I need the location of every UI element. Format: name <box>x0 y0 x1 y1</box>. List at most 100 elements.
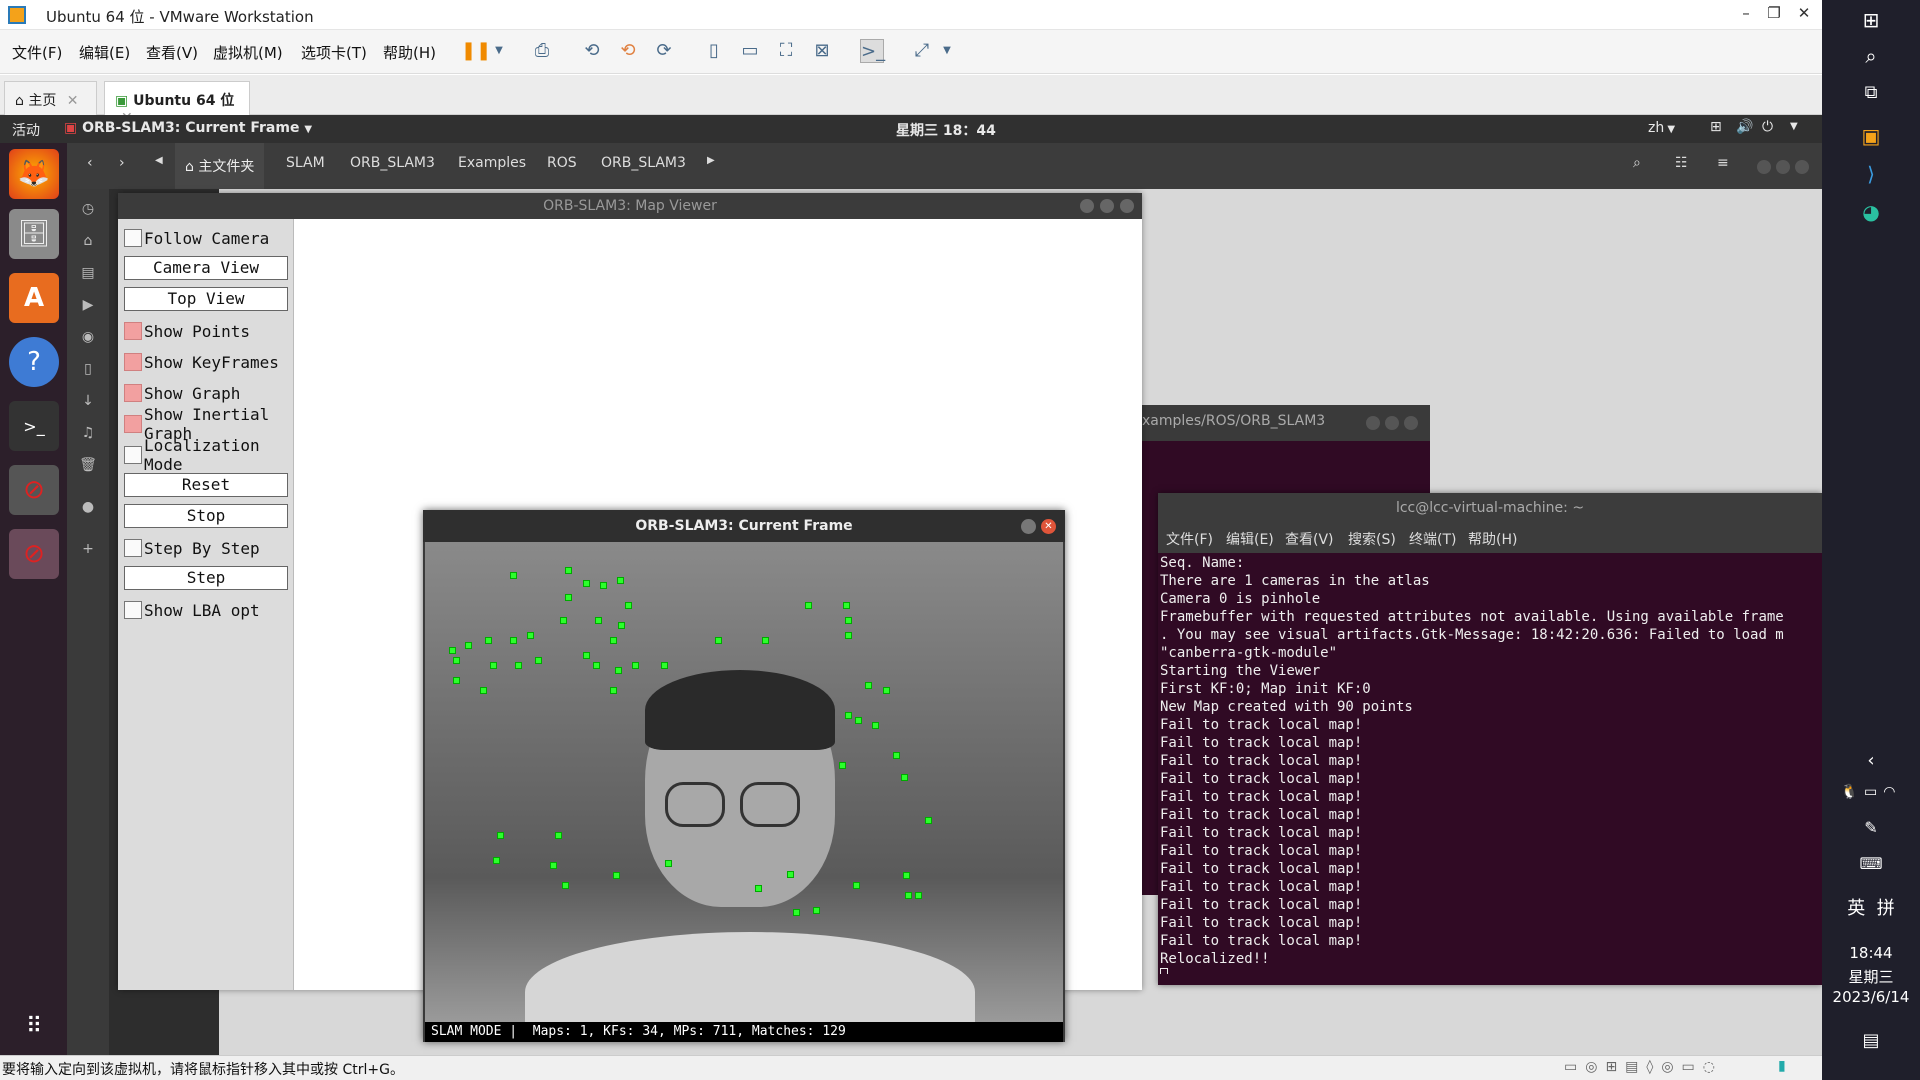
maximize-icon[interactable] <box>1385 416 1400 430</box>
close-icon[interactable] <box>1120 199 1134 213</box>
files-icon[interactable]: 🗄 <box>9 209 59 259</box>
activities-button[interactable]: 活动 <box>12 120 40 140</box>
orbslam-window-icon[interactable]: ⊘ <box>9 465 59 515</box>
documents-icon[interactable]: ▤ <box>78 263 98 283</box>
clock-time[interactable]: 18:44 <box>1822 944 1920 962</box>
terminal-menu-search[interactable]: 搜索(S) <box>1348 529 1396 549</box>
terminal-menu-view[interactable]: 查看(V) <box>1285 529 1334 549</box>
checkbox-box[interactable] <box>124 446 142 464</box>
top-view-button[interactable]: Top View <box>124 287 288 311</box>
maximize-icon[interactable] <box>1100 199 1114 213</box>
breadcrumb-item[interactable]: Examples <box>458 155 526 171</box>
unity-icon[interactable]: ⊠ <box>810 39 834 63</box>
volume-icon[interactable]: 🔊 <box>1736 119 1753 135</box>
clock[interactable]: 星期三 18：44 <box>896 120 996 140</box>
menu-vm[interactable]: 虚拟机(M) <box>213 42 283 63</box>
power-icon[interactable]: ⏻ <box>1762 119 1773 135</box>
tab-ubuntu[interactable]: ▣ Ubuntu 64 位 ✕ <box>104 81 250 126</box>
minimize-icon[interactable] <box>1021 519 1036 534</box>
message-icon[interactable]: ▮ <box>1778 1058 1786 1074</box>
terminal-window[interactable]: lcc@lcc-virtual-machine: ~ 文件(F) 编辑(E) 查… <box>1158 493 1822 985</box>
breadcrumb-home[interactable]: ⌂ 主文件夹 <box>175 143 265 189</box>
start-icon[interactable]: ⊞ <box>1822 8 1920 32</box>
checkbox-box[interactable] <box>124 384 142 402</box>
vscode-icon[interactable]: ⟩ <box>1822 162 1920 186</box>
close-icon[interactable] <box>1404 416 1419 430</box>
disc-icon[interactable]: ● <box>78 497 98 517</box>
menu-file[interactable]: 文件(F) <box>12 42 62 63</box>
stretch-icon[interactable]: ⤢ <box>910 39 934 63</box>
menu-tabs[interactable]: 选项卡(T) <box>301 42 367 63</box>
localization-mode-checkbox[interactable]: Localization Mode <box>124 436 290 474</box>
menu-icon[interactable]: ≡ <box>1717 155 1729 171</box>
menu-view[interactable]: 查看(V) <box>146 42 198 63</box>
stop-button[interactable]: Stop <box>124 504 288 528</box>
terminal-icon[interactable]: >_ <box>9 401 59 451</box>
checkbox-box[interactable] <box>124 601 142 619</box>
show-inertial-graph-checkbox[interactable]: Show Inertial Graph <box>124 405 290 443</box>
sidebar-toggle-icon[interactable]: ▯ <box>702 39 726 63</box>
camera-view-button[interactable]: Camera View <box>124 256 288 280</box>
music-icon[interactable]: ♫ <box>78 423 98 443</box>
search-icon[interactable]: ⌕ <box>1822 44 1920 68</box>
reset-button[interactable]: Reset <box>124 473 288 497</box>
checkbox-box[interactable] <box>124 415 142 433</box>
clock-date[interactable]: 2023/6/14 <box>1822 988 1920 1006</box>
view-options-icon[interactable]: ☷ <box>1675 155 1688 171</box>
firefox-icon[interactable]: 🦊 <box>9 149 59 199</box>
input-method[interactable]: zh ▼ <box>1648 120 1675 136</box>
snapshot-icon[interactable]: ⟲ <box>580 39 604 63</box>
close-icon[interactable]: ✕ <box>1794 4 1814 22</box>
follow-camera-checkbox[interactable]: Follow Camera <box>124 225 290 251</box>
restore-icon[interactable]: ❐ <box>1764 4 1784 22</box>
ime-indicator[interactable]: 英 拼 <box>1822 894 1920 920</box>
chevron-left-icon[interactable]: ‹ <box>1822 750 1920 771</box>
notification-icon[interactable]: ▤ <box>1822 1030 1920 1051</box>
pause-icon[interactable]: ❚❚ <box>461 39 491 63</box>
forward-icon[interactable]: › <box>119 155 125 171</box>
close-icon[interactable]: ✕ <box>1041 519 1056 534</box>
breadcrumb-scroll-left-icon[interactable]: ◀ <box>155 155 163 166</box>
pen-icon[interactable]: ✎ <box>1822 818 1920 837</box>
checkbox-box[interactable] <box>124 539 142 557</box>
pictures-icon[interactable]: ◉ <box>78 327 98 347</box>
breadcrumb-item[interactable]: ROS <box>547 155 577 171</box>
tab-home[interactable]: ⌂ 主页 ✕ <box>4 81 97 115</box>
task-view-icon[interactable]: ⧉ <box>1822 82 1920 103</box>
vmware-icon[interactable]: ▣ <box>1822 124 1920 148</box>
thumbnail-bar-icon[interactable]: ▭ <box>738 39 762 63</box>
recent-icon[interactable]: ◷ <box>78 199 98 219</box>
terminal-menu-terminal[interactable]: 终端(T) <box>1409 529 1456 549</box>
help-icon[interactable]: ? <box>9 337 59 387</box>
checkbox-box[interactable] <box>124 322 142 340</box>
tray-icons[interactable]: 🐧▭◠ <box>1822 784 1920 800</box>
breadcrumb-scroll-right-icon[interactable]: ▶ <box>707 155 715 166</box>
show-points-checkbox[interactable]: Show Points <box>124 318 290 344</box>
close-icon[interactable]: ✕ <box>67 93 79 109</box>
keyboard-icon[interactable]: ⌨ <box>1822 854 1920 873</box>
revert-snapshot-icon[interactable]: ⟲ <box>616 39 640 63</box>
checkbox-box[interactable] <box>124 229 142 247</box>
minimize-icon[interactable] <box>1757 160 1771 174</box>
edge-icon[interactable]: ◕ <box>1822 200 1920 224</box>
menu-help[interactable]: 帮助(H) <box>383 42 436 63</box>
terminal-output[interactable]: Seq. Name: There are 1 cameras in the atl… <box>1160 554 1820 974</box>
file-icon[interactable]: ▯ <box>78 359 98 379</box>
show-lba-opt-checkbox[interactable]: Show LBA opt <box>124 597 290 623</box>
downloads-icon[interactable]: ↓ <box>78 391 98 411</box>
orbslam-window-icon[interactable]: ⊘ <box>9 529 59 579</box>
breadcrumb-item[interactable]: SLAM <box>286 155 325 171</box>
device-icons[interactable]: ▭◎⊞▤◊◎▭◌ <box>1564 1059 1723 1075</box>
send-keys-icon[interactable]: ⎙ <box>530 39 554 63</box>
terminal-menu-edit[interactable]: 编辑(E) <box>1226 529 1274 549</box>
chevron-down-icon[interactable]: ▼ <box>935 39 959 63</box>
terminal-menu-help[interactable]: 帮助(H) <box>1468 529 1517 549</box>
show-keyframes-checkbox[interactable]: Show KeyFrames <box>124 349 290 375</box>
trash-icon[interactable]: 🗑 <box>78 455 98 475</box>
home-icon[interactable]: ⌂ <box>78 231 98 251</box>
terminal-menu-file[interactable]: 文件(F) <box>1166 529 1213 549</box>
maximize-icon[interactable] <box>1776 160 1791 174</box>
back-icon[interactable]: ‹ <box>87 155 93 171</box>
step-by-step-checkbox[interactable]: Step By Step <box>124 535 290 561</box>
fullscreen-icon[interactable]: ⛶ <box>774 39 798 63</box>
